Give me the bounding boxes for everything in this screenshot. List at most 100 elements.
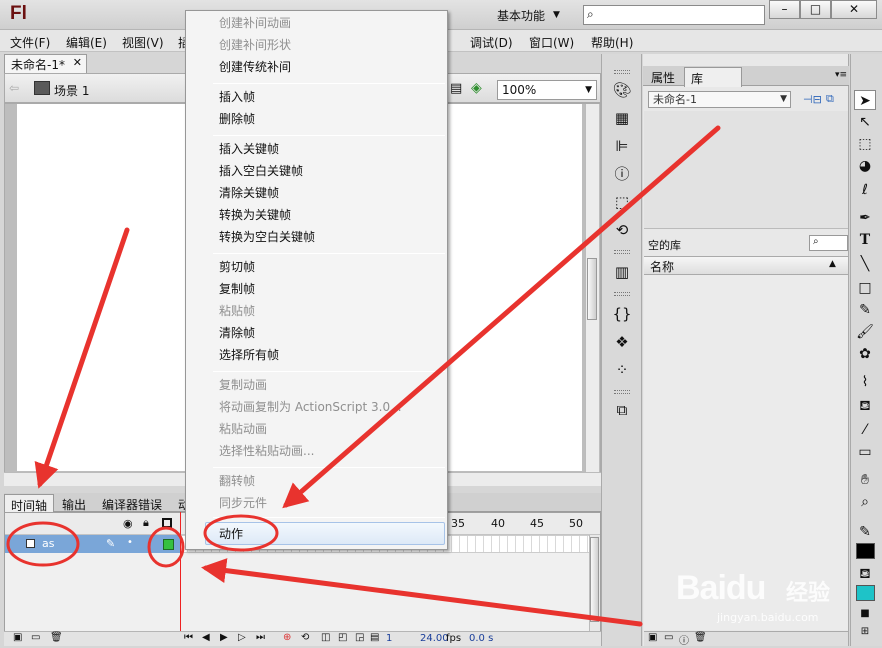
column-name[interactable]: 名称 bbox=[650, 258, 674, 275]
keyframe-cell[interactable] bbox=[163, 539, 174, 550]
visibility-dot-icon[interactable]: • bbox=[127, 537, 133, 548]
menu-help[interactable]: 帮助(H) bbox=[591, 34, 633, 51]
new-folder-icon[interactable]: ▭ bbox=[31, 632, 40, 643]
menu-item-insert-keyframe[interactable]: 插入关键帧 bbox=[219, 140, 279, 158]
back-arrow-icon[interactable]: ⇦ bbox=[9, 81, 19, 95]
pen-tool-icon[interactable]: ✒ bbox=[854, 208, 876, 228]
brush-tool-icon[interactable]: 🖌︎ bbox=[854, 322, 876, 342]
tab-library[interactable]: 库 bbox=[684, 67, 742, 87]
swatches-icon[interactable]: ▦ bbox=[612, 108, 632, 128]
free-transform-tool-icon[interactable]: ⬚ bbox=[854, 134, 876, 154]
panel-grip[interactable] bbox=[614, 70, 630, 74]
maximize-button[interactable]: □ bbox=[800, 0, 831, 19]
menu-item-copy-motion[interactable]: 复制动画 bbox=[219, 376, 267, 394]
menu-item-convert-to-keyframe[interactable]: 转换为关键帧 bbox=[219, 206, 291, 224]
lock-icon[interactable]: 🔒︎ bbox=[143, 516, 149, 530]
sort-ascending-icon[interactable]: ▲ bbox=[829, 259, 836, 269]
stage-scroll-thumb[interactable] bbox=[587, 258, 597, 320]
deco-tool-icon[interactable]: ✿ bbox=[854, 344, 876, 364]
bone-tool-icon[interactable]: ⌇ bbox=[854, 372, 876, 392]
menu-item-copy-frames[interactable]: 复制帧 bbox=[219, 280, 255, 298]
menu-item-delete-frame[interactable]: 删除帧 bbox=[219, 110, 255, 128]
close-icon[interactable]: ✕ bbox=[73, 56, 82, 69]
menu-item-paste-motion[interactable]: 粘贴动画 bbox=[219, 420, 267, 438]
color-icon[interactable]: 🎨︎ bbox=[612, 80, 632, 100]
menu-edit[interactable]: 编辑(E) bbox=[66, 34, 107, 51]
last-frame-icon[interactable]: ⏭ bbox=[256, 632, 265, 643]
actions-icon[interactable]: {} bbox=[612, 304, 632, 324]
layer-name[interactable]: as bbox=[42, 537, 54, 550]
menu-debug[interactable]: 调试(D) bbox=[470, 34, 513, 51]
zoom-select[interactable]: 100% ▼ bbox=[497, 80, 597, 100]
motion-presets-icon[interactable]: ⁘ bbox=[612, 360, 632, 380]
selection-tool-icon[interactable]: ➤ bbox=[854, 90, 876, 110]
subselection-tool-icon[interactable]: ↖ bbox=[854, 112, 876, 132]
default-colors-icon[interactable]: ■ bbox=[854, 604, 876, 624]
timeline-scroll-thumb[interactable] bbox=[590, 537, 599, 622]
menu-item-create-classic-tween[interactable]: 创建传统补间 bbox=[219, 58, 291, 76]
loop-icon[interactable]: ⟲ bbox=[301, 632, 309, 643]
menu-item-paste-motion-special[interactable]: 选择性粘贴动画... bbox=[219, 442, 314, 460]
edit-symbols-icon[interactable]: ◈ bbox=[471, 80, 482, 96]
menu-item-create-shape-tween[interactable]: 创建补间形状 bbox=[219, 36, 291, 54]
zoom-tool-icon[interactable]: ⌕ bbox=[854, 492, 876, 512]
properties-icon[interactable]: ⓘ bbox=[679, 632, 689, 647]
center-frame-icon[interactable]: ⊕ bbox=[283, 632, 291, 643]
edit-multiple-icon[interactable]: ◲ bbox=[355, 632, 364, 643]
new-symbol-icon[interactable]: ▣ bbox=[648, 632, 657, 643]
play-icon[interactable]: ▶ bbox=[220, 632, 228, 643]
history-icon[interactable]: ⟲ bbox=[612, 220, 632, 240]
components-icon[interactable]: ❖ bbox=[612, 332, 632, 352]
onion-outline-icon[interactable]: ◰ bbox=[338, 632, 347, 643]
eyedropper-tool-icon[interactable]: ⁄ bbox=[854, 420, 876, 440]
menu-item-paste-frames[interactable]: 粘贴帧 bbox=[219, 302, 255, 320]
align-icon[interactable]: ⊫ bbox=[612, 136, 632, 156]
panel-grip[interactable] bbox=[614, 390, 630, 394]
menu-item-convert-to-blank-keyframe[interactable]: 转换为空白关键帧 bbox=[219, 228, 315, 246]
onion-markers-icon[interactable]: ▤ bbox=[370, 632, 379, 643]
minimize-button[interactable]: – bbox=[769, 0, 800, 19]
new-layer-icon[interactable]: ▣ bbox=[13, 632, 22, 643]
snap-icon[interactable]: ⊞ bbox=[854, 622, 876, 642]
paint-bucket-tool-icon[interactable]: ⛾ bbox=[854, 396, 876, 416]
menu-item-copy-motion-as3[interactable]: 将动画复制为 ActionScript 3.0... bbox=[219, 398, 402, 416]
tab-compiler-errors[interactable]: 编译器错误 bbox=[96, 494, 168, 512]
library-search-input[interactable]: ⌕ bbox=[809, 235, 848, 251]
line-tool-icon[interactable]: ╲ bbox=[854, 254, 876, 274]
delete-icon[interactable]: 🗑︎ bbox=[694, 632, 707, 643]
playhead[interactable] bbox=[180, 512, 181, 632]
menu-item-create-motion-tween[interactable]: 创建补间动画 bbox=[219, 14, 291, 32]
eye-icon[interactable]: ◉ bbox=[123, 517, 133, 530]
first-frame-icon[interactable]: ⏮ bbox=[184, 632, 193, 643]
stroke-color-swatch[interactable] bbox=[856, 543, 875, 559]
pencil-tool-icon[interactable]: ✎ bbox=[854, 300, 876, 320]
step-back-icon[interactable]: ◀ bbox=[202, 632, 210, 643]
chevron-down-icon[interactable]: ▼ bbox=[553, 10, 560, 20]
rectangle-tool-icon[interactable]: □ bbox=[854, 278, 876, 298]
workspace-switcher[interactable]: 基本功能 bbox=[497, 7, 545, 24]
fill-color-swatch[interactable] bbox=[856, 585, 875, 601]
eraser-tool-icon[interactable]: ▭ bbox=[854, 442, 876, 462]
new-library-panel-icon[interactable]: ⧉ bbox=[826, 92, 834, 106]
panel-grip[interactable] bbox=[614, 250, 630, 254]
menu-file[interactable]: 文件(F) bbox=[10, 34, 50, 51]
lasso-tool-icon[interactable]: ℓ bbox=[854, 180, 876, 200]
hand-tool-icon[interactable]: ✋︎ bbox=[854, 470, 876, 490]
edit-scene-icon[interactable]: ▤ bbox=[450, 81, 462, 96]
menu-item-actions[interactable]: 动作 bbox=[219, 525, 243, 543]
new-folder-icon[interactable]: ▭ bbox=[664, 632, 673, 643]
menu-item-insert-frame[interactable]: 插入帧 bbox=[219, 88, 255, 106]
menu-item-cut-frames[interactable]: 剪切帧 bbox=[219, 258, 255, 276]
onion-skin-icon[interactable]: ◫ bbox=[321, 632, 330, 643]
info-icon[interactable]: ⓘ bbox=[612, 164, 632, 184]
library-books-icon[interactable]: ▥ bbox=[612, 262, 632, 282]
menu-item-reverse-frames[interactable]: 翻转帧 bbox=[219, 472, 255, 490]
close-window-button[interactable]: ✕ bbox=[831, 0, 877, 19]
menu-view[interactable]: 视图(V) bbox=[122, 34, 164, 51]
menu-item-insert-blank-keyframe[interactable]: 插入空白关键帧 bbox=[219, 162, 303, 180]
outline-icon[interactable] bbox=[162, 518, 172, 528]
menu-item-clear-keyframe[interactable]: 清除关键帧 bbox=[219, 184, 279, 202]
library-document-select[interactable]: 未命名-1 ▼ bbox=[648, 91, 791, 108]
scene-label[interactable]: 场景 1 bbox=[54, 82, 89, 99]
menu-item-synchronize-symbols[interactable]: 同步元件 bbox=[219, 494, 267, 512]
